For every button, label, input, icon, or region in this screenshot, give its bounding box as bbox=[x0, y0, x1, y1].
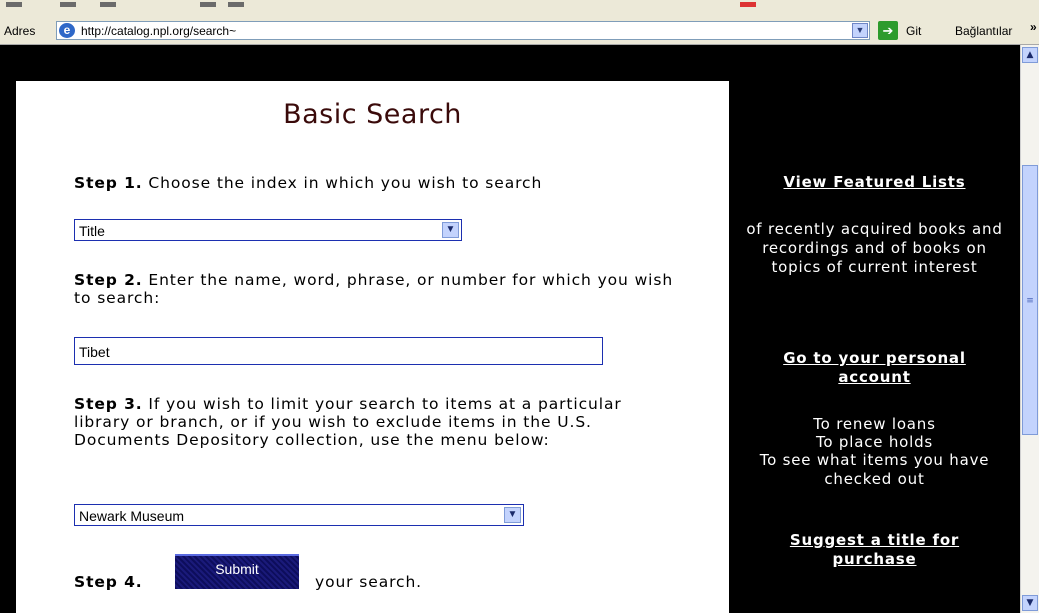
links-chevron-icon[interactable]: » bbox=[1030, 20, 1037, 34]
search-panel: Basic Search Step 1. Choose the index in… bbox=[16, 81, 729, 613]
step-3-text: Step 3. If you wish to limit your search… bbox=[74, 395, 674, 449]
step-2-instruction: Enter the name, word, phrase, or number … bbox=[74, 271, 674, 307]
scroll-thumb[interactable]: ≡ bbox=[1022, 165, 1038, 435]
toolbar-button-icon[interactable] bbox=[100, 2, 116, 7]
account-line-renew: To renew loans bbox=[813, 415, 936, 433]
account-line-checked-out: To see what items you have checked out bbox=[759, 451, 990, 488]
chevron-down-icon[interactable]: ▼ bbox=[442, 222, 459, 238]
step-3-instruction: If you wish to limit your search to item… bbox=[74, 395, 622, 449]
step-1-label: Step 1. bbox=[74, 174, 143, 192]
search-input[interactable]: Tibet bbox=[74, 337, 603, 365]
step-2-label: Step 2. bbox=[74, 271, 143, 289]
toolbar-button-icon[interactable] bbox=[228, 2, 244, 7]
submit-button[interactable]: Submit bbox=[175, 554, 299, 589]
page-title: Basic Search bbox=[283, 99, 462, 130]
go-arrow-icon: ➔ bbox=[878, 21, 898, 40]
toolbar-button-icon[interactable] bbox=[200, 2, 216, 7]
suggest-title-link[interactable]: Suggest a title for purchase bbox=[729, 531, 1020, 569]
featured-lists-description: of recently acquired books and recording… bbox=[746, 220, 1003, 276]
sidebar: View Featured Lists of recently acquired… bbox=[729, 81, 1020, 613]
scroll-up-icon[interactable]: ▲ bbox=[1022, 47, 1038, 63]
location-select[interactable]: Newark Museum ▼ bbox=[74, 504, 524, 526]
vertical-scrollbar[interactable]: ▲ ≡ ▼ bbox=[1020, 45, 1039, 613]
step-3-label: Step 3. bbox=[74, 395, 143, 413]
step-4-label: Step 4. bbox=[74, 573, 143, 591]
chevron-down-icon[interactable]: ▼ bbox=[504, 507, 521, 523]
step-4-suffix: your search. bbox=[315, 573, 422, 591]
address-label: Adres bbox=[4, 24, 36, 38]
go-label: Git bbox=[906, 24, 922, 38]
url-text: http://catalog.npl.org/search~ bbox=[81, 24, 237, 38]
browser-toolbar bbox=[0, 0, 1039, 18]
toolbar-button-icon[interactable] bbox=[60, 2, 76, 7]
index-select-value: Title bbox=[79, 223, 105, 239]
location-select-value: Newark Museum bbox=[79, 508, 185, 524]
featured-lists-link[interactable]: View Featured Lists bbox=[729, 173, 1020, 192]
personal-account-link[interactable]: Go to your personal account bbox=[729, 349, 1020, 387]
account-line-holds: To place holds bbox=[815, 433, 934, 451]
ie-page-icon: e bbox=[59, 23, 75, 38]
step-1-text: Step 1. Choose the index in which you wi… bbox=[74, 174, 674, 192]
toolbar-button-icon[interactable] bbox=[6, 2, 22, 7]
scroll-down-icon[interactable]: ▼ bbox=[1022, 595, 1038, 611]
url-field[interactable]: e http://catalog.npl.org/search~ ▼ bbox=[56, 21, 870, 40]
page-body: Basic Search Step 1. Choose the index in… bbox=[0, 45, 1020, 613]
step-1-instruction: Choose the index in which you wish to se… bbox=[142, 174, 543, 192]
address-bar: Adres e http://catalog.npl.org/search~ ▼… bbox=[0, 18, 1039, 45]
chevron-down-icon[interactable]: ▼ bbox=[852, 23, 868, 38]
step-2-text: Step 2. Enter the name, word, phrase, or… bbox=[74, 271, 674, 307]
links-label[interactable]: Bağlantılar bbox=[955, 24, 1012, 38]
index-select[interactable]: Title ▼ bbox=[74, 219, 462, 241]
toolbar-button-icon[interactable] bbox=[740, 2, 756, 7]
